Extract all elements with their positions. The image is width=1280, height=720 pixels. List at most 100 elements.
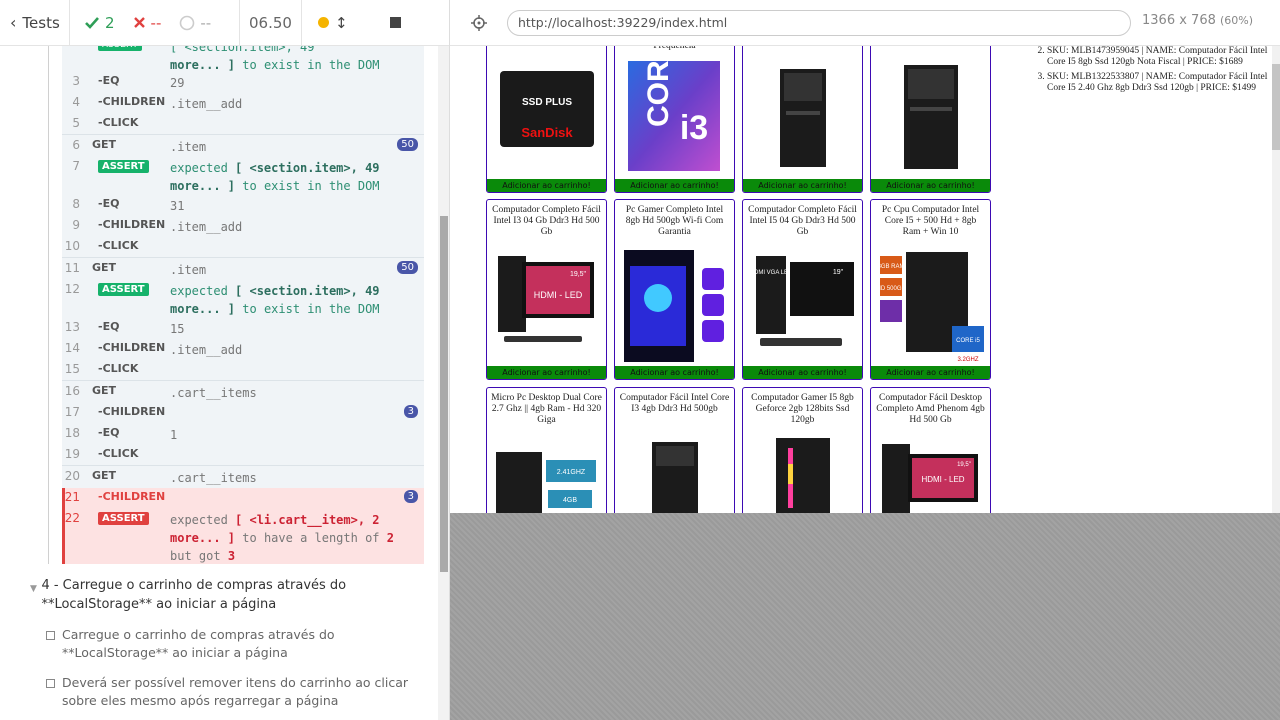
tests-back-button[interactable]: ‹ Tests (0, 0, 70, 46)
command-message: 31 (170, 199, 185, 213)
suite-4: ▼ 4 - Carregue o carrinho de compras atr… (30, 576, 430, 710)
product-card: Pc Cpu Computador Intel Core I5 + 500 Hd… (870, 199, 991, 380)
command-row[interactable]: 20 GET .cart__items (62, 469, 424, 489)
command-number: 6 (72, 138, 80, 152)
add-to-cart-button[interactable]: Adicionar ao carrinho! (615, 366, 734, 379)
command-number: 7 (72, 159, 80, 173)
reporter-scrollbar-thumb[interactable] (440, 216, 448, 572)
url-bar[interactable]: http://localhost:39229/index.html (507, 10, 1131, 36)
test-title: Deverá ser possível remover itens do car… (62, 675, 409, 708)
command-row[interactable]: 19 -CLICK (62, 447, 424, 467)
passed-stat: 2 (84, 14, 115, 32)
cart-item[interactable]: SKU: MLB1473959045 | NAME: Computador Fá… (1047, 46, 1270, 68)
reporter-panel: ‹ Tests 2 -- -- 06.50 ↕ [<section.item>… (0, 0, 450, 720)
command-number: 18 (64, 426, 80, 440)
auto-scroll-icon[interactable]: ↕ (335, 14, 348, 32)
command-name: GET (92, 261, 117, 274)
command-row[interactable]: 13 -EQ 15 (62, 320, 424, 340)
test-status-icon (46, 679, 55, 688)
x-icon (133, 17, 145, 28)
command-number: 11 (64, 261, 80, 275)
svg-text:SSD PLUS: SSD PLUS (522, 97, 572, 108)
command-row[interactable]: 7 ASSERT expected [ <section.item>, 49 m… (62, 159, 424, 199)
divider (62, 134, 424, 135)
partial-code: [ <section.item>, 49 (170, 46, 315, 54)
assert-expected: expected (170, 161, 228, 175)
assert-expected: expected (170, 284, 228, 298)
product-card: SSD PLUS SanDisk Adicionar ao carrinho! (486, 46, 607, 193)
assert-but: but got (170, 549, 221, 563)
failed-count: -- (150, 13, 162, 32)
test-title: Carregue o carrinho de compras através d… (62, 627, 335, 660)
add-to-cart-button[interactable]: Adicionar ao carrinho! (615, 179, 734, 192)
assert-more: more... ] (170, 531, 236, 545)
product-title: Computador Fácil Desktop Completo Amd Ph… (876, 393, 985, 425)
selector-playground-icon[interactable] (470, 14, 488, 32)
command-row[interactable]: 21 -CHILDREN 3 (62, 490, 424, 510)
viewport-size: 1366 x 768 (1142, 13, 1216, 28)
test-item[interactable]: Carregue o carrinho de compras através d… (46, 626, 430, 662)
test-item[interactable]: Deverá ser possível remover itens do car… (46, 674, 430, 710)
failed-command-block[interactable]: 21 -CHILDREN 3 22 ASSERT expected [ <li.… (62, 488, 424, 564)
add-to-cart-button[interactable]: Adicionar ao carrinho! (871, 179, 990, 192)
add-to-cart-button[interactable]: Adicionar ao carrinho! (487, 366, 606, 379)
add-to-cart-button[interactable]: Adicionar ao carrinho! (743, 179, 862, 192)
command-row[interactable]: 17 -CHILDREN 3 (62, 405, 424, 425)
pc-tower-image: 8GB RAM HD 500GB CORE i5 3.2GHZ (876, 252, 984, 363)
add-to-cart-button[interactable]: Adicionar ao carrinho! (743, 366, 862, 379)
command-row[interactable]: 14 -CHILDREN .item__add (62, 341, 424, 361)
divider (62, 257, 424, 258)
svg-text:2.41GHZ: 2.41GHZ (557, 469, 586, 476)
reporter-scrollbar[interactable] (438, 46, 449, 720)
assert-tag: ASSERT (98, 283, 149, 296)
command-message: [ <section.item>, 49 more... ] to exist … (170, 46, 400, 74)
command-row[interactable]: 22 ASSERT expected [ <li.cart__item>, 2 … (62, 511, 424, 565)
command-message: 15 (170, 322, 185, 336)
command-row[interactable]: 12 ASSERT expected [ <section.item>, 49 … (62, 282, 424, 322)
app-scrollbar[interactable] (1272, 46, 1280, 513)
app-scrollbar-thumb[interactable] (1272, 64, 1280, 150)
product-title: Micro Pc Desktop Dual Core 2.7 Ghz || 4g… (491, 393, 602, 425)
command-row[interactable]: 5 -CLICK (62, 116, 424, 136)
product-title: Pc Gamer Completo Intel 8gb Hd 500gb Wi-… (625, 205, 724, 237)
failed-stat: -- (133, 13, 162, 32)
command-message: .cart__items (170, 386, 257, 400)
command-row[interactable]: 15 -CLICK (62, 362, 424, 382)
command-row[interactable]: 18 -EQ 1 (62, 426, 424, 446)
command-number: 22 (64, 511, 80, 525)
suite-title[interactable]: ▼ 4 - Carregue o carrinho de compras atr… (30, 576, 430, 614)
pc-tower-image: 2.41GHZ 4GB (496, 452, 596, 513)
command-row[interactable]: 4 -CHILDREN .item__add (62, 95, 424, 115)
viewport-info: 1366 x 768 (60%) (1142, 13, 1253, 28)
add-to-cart-button[interactable]: Adicionar ao carrinho! (487, 179, 606, 192)
tests-label: Tests (22, 13, 60, 32)
svg-text:HDMI - LED: HDMI - LED (534, 290, 583, 300)
assert-tail: to exist in the DOM (242, 179, 380, 193)
aut-header: http://localhost:39229/index.html 1366 x… (450, 0, 1280, 46)
command-message: .item__add (170, 97, 243, 111)
cpu-box-image: CORE i3 (628, 57, 720, 171)
add-to-cart-button[interactable]: Adicionar ao carrinho! (871, 366, 990, 379)
suite-title-text: 4 - Carregue o carrinho de compras atrav… (41, 578, 347, 612)
svg-text:19,5": 19,5" (957, 462, 971, 468)
command-message: .item__add (170, 343, 243, 357)
command-row[interactable]: 6 GET .item 50 (62, 138, 424, 158)
duration: 06.50 (240, 0, 302, 46)
command-row[interactable]: 11 GET .item 50 (62, 261, 424, 281)
command-log-area: [ <section.item>, 49 more... ] to exist … (0, 46, 438, 720)
command-row[interactable]: 10 -CLICK (62, 239, 424, 259)
cart-item[interactable]: SKU: MLB1322533807 | NAME: Computador Fá… (1047, 72, 1270, 94)
viewport-scale: (60%) (1220, 14, 1254, 27)
svg-text:4GB: 4GB (563, 497, 577, 504)
command-name: GET (92, 469, 117, 482)
assert-code: [ <section.item>, 49 (235, 284, 380, 298)
assert-code: [ <li.cart__item>, 2 (235, 513, 380, 527)
command-row[interactable]: [ <section.item>, 49 more... ] to exist … (62, 46, 424, 72)
command-row[interactable]: 8 -EQ 31 (62, 197, 424, 217)
stop-icon[interactable] (389, 17, 401, 28)
caret-down-icon: ▼ (30, 584, 37, 594)
svg-text:SanDisk: SanDisk (521, 125, 573, 140)
command-row[interactable]: 16 GET .cart__items (62, 384, 424, 404)
command-row[interactable]: 9 -CHILDREN .item__add (62, 218, 424, 238)
command-row[interactable]: 3 -EQ 29 (62, 74, 424, 94)
